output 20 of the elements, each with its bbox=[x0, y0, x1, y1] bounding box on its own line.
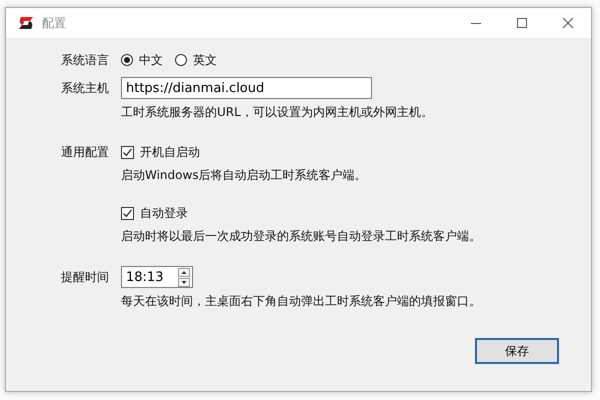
hint-text: 启动Windows后将自动启动工时系统客户端。 bbox=[121, 166, 367, 184]
close-icon bbox=[562, 17, 574, 29]
hint-text: 工时系统服务器的URL，可以设置为内网主机或外网主机。 bbox=[121, 104, 433, 120]
radio-option[interactable]: 中文 bbox=[121, 50, 163, 70]
hint-text: 每天在该时间，主桌面右下角自动弹出工时系统客户端的填报窗口。 bbox=[121, 292, 481, 310]
maximize-icon bbox=[516, 17, 528, 29]
field-label: 通用配置 bbox=[61, 144, 110, 160]
check-icon bbox=[122, 208, 133, 218]
radio-option[interactable]: 英文 bbox=[175, 50, 217, 70]
save-button[interactable]: 保存 bbox=[475, 338, 559, 364]
app-logo-icon bbox=[18, 16, 34, 30]
field-label: 提醒时间 bbox=[61, 268, 110, 286]
host-input[interactable]: https://dianmai.cloud bbox=[121, 77, 372, 99]
checkbox-option[interactable]: 自动登录 bbox=[121, 203, 188, 223]
checkbox-option[interactable]: 开机自启动 bbox=[121, 142, 200, 162]
check-icon bbox=[122, 146, 133, 158]
window-title: 配置 bbox=[42, 14, 66, 32]
hint-text: 启动时将以最后一次成功登录的系统账号自动登录工时系统客户端。 bbox=[121, 228, 481, 244]
field-label: 系统语言 bbox=[61, 52, 110, 68]
field-label: 系统主机 bbox=[61, 80, 110, 96]
